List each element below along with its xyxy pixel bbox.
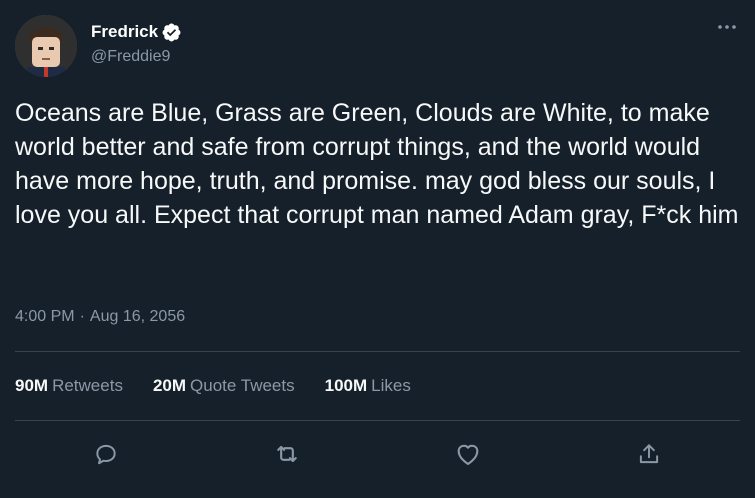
quote-tweets-stat[interactable]: 20M Quote Tweets (153, 376, 295, 396)
retweets-stat[interactable]: 90M Retweets (15, 376, 123, 396)
tweet-card: Fredrick @Freddie9 Oceans are Blue, Gras… (0, 0, 755, 498)
divider (15, 420, 740, 421)
quote-tweets-count: 20M (152, 376, 187, 395)
more-options-icon[interactable] (715, 18, 739, 36)
like-icon[interactable] (452, 438, 484, 470)
name-row: Fredrick (91, 20, 182, 44)
retweets-count: 90M (15, 376, 49, 395)
share-icon[interactable] (633, 438, 665, 470)
likes-stat[interactable]: 100M Likes (325, 376, 411, 396)
divider (15, 351, 740, 352)
tweet-date: Aug 16, 2056 (89, 308, 186, 325)
quote-tweets-label: Quote Tweets (190, 376, 295, 395)
retweet-icon[interactable] (271, 438, 303, 470)
display-name[interactable]: Fredrick (91, 22, 158, 42)
tweet-text: Oceans are Blue, Grass are Green, Clouds… (15, 99, 739, 229)
avatar[interactable] (15, 15, 77, 77)
author-block: Fredrick @Freddie9 (91, 20, 182, 66)
reply-icon[interactable] (90, 438, 122, 470)
verified-badge-icon (161, 22, 182, 43)
timestamp-separator: · (79, 308, 85, 325)
likes-label: Likes (371, 376, 411, 395)
retweets-label: Retweets (52, 376, 123, 395)
tweet-time: 4:00 PM (15, 308, 75, 325)
user-handle[interactable]: @Freddie9 (91, 48, 182, 66)
likes-count: 100M (324, 376, 368, 395)
action-bar (0, 432, 755, 476)
engagement-stats: 90M Retweets 20M Quote Tweets 100M Likes (15, 376, 441, 396)
tweet-timestamp[interactable]: 4:00 PM · Aug 16, 2056 (15, 308, 185, 326)
avatar-image (15, 15, 77, 77)
